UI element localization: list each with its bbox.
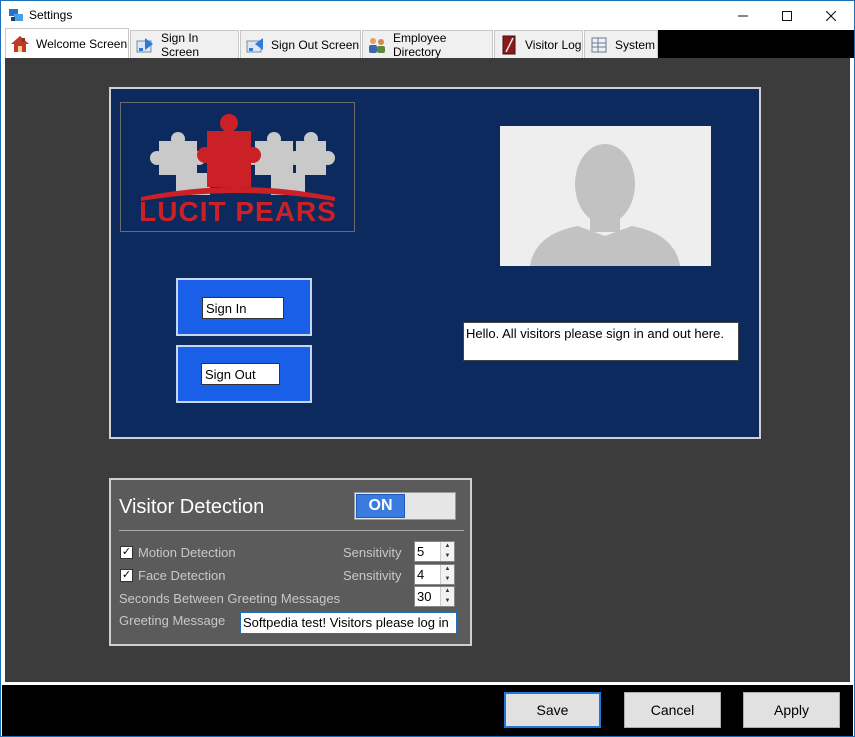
visitor-detection-toggle[interactable]: ON xyxy=(354,492,456,520)
apply-button[interactable]: Apply xyxy=(743,692,840,728)
sign-in-preview-button[interactable]: Sign In xyxy=(176,278,312,336)
minimize-button[interactable] xyxy=(720,1,766,30)
face-detection-checkbox[interactable]: ✓ xyxy=(120,569,133,582)
logo-text: LUCIT PEARS xyxy=(139,196,337,227)
book-icon xyxy=(499,35,519,55)
motion-sensitivity-label: Sensitivity xyxy=(343,545,402,560)
greeting-message-label: Greeting Message xyxy=(119,613,226,628)
chevron-down-icon[interactable]: ▼ xyxy=(441,552,454,561)
welcome-screen-preview: LUCIT PEARS Sign In Sign Out Hello. All … xyxy=(109,87,761,439)
face-sensitivity-stepper[interactable]: 4 ▲ ▼ xyxy=(414,564,455,585)
motion-sensitivity-value: 5 xyxy=(417,544,425,559)
button-bar xyxy=(2,685,853,736)
toggle-on-label: ON xyxy=(356,494,405,518)
chevron-up-icon[interactable]: ▲ xyxy=(441,542,454,551)
tab-label: System xyxy=(615,37,656,52)
motion-detection-checkbox[interactable]: ✓ xyxy=(120,546,133,559)
motion-sensitivity-stepper[interactable]: 5 ▲ ▼ xyxy=(414,541,455,562)
chevron-up-icon[interactable]: ▲ xyxy=(441,587,454,596)
person-silhouette-icon xyxy=(500,126,711,266)
tab-label: Sign Out Screen xyxy=(271,37,360,52)
tab-visitor-log[interactable]: Visitor Log xyxy=(494,30,583,58)
house-icon xyxy=(10,34,30,54)
save-button[interactable]: Save xyxy=(504,692,601,728)
greeting-text-box[interactable]: Hello. All visitors please sign in and o… xyxy=(463,322,739,361)
tab-sign-out-screen[interactable]: Sign Out Screen xyxy=(240,30,361,58)
company-logo[interactable]: LUCIT PEARS xyxy=(120,102,355,232)
sign-in-icon xyxy=(135,35,155,55)
sign-out-icon xyxy=(245,35,265,55)
close-icon xyxy=(826,10,836,21)
maximize-button[interactable] xyxy=(764,1,810,30)
seconds-between-value: 30 xyxy=(417,589,432,604)
seconds-between-stepper[interactable]: 30 ▲ ▼ xyxy=(414,586,455,607)
tab-label: Sign In Screen xyxy=(161,30,200,59)
stepper-arrows: ▲ ▼ xyxy=(440,542,454,561)
visitor-detection-panel: Visitor Detection ON ✓ Motion Detection … xyxy=(109,478,472,646)
greeting-message-input[interactable]: Softpedia test! Visitors please log in xyxy=(240,612,457,634)
divider xyxy=(119,530,464,531)
visitor-detection-title: Visitor Detection xyxy=(119,496,265,518)
close-button[interactable] xyxy=(808,1,854,30)
chevron-up-icon[interactable]: ▲ xyxy=(441,565,454,574)
app-icon xyxy=(8,7,24,23)
tab-label: Employee Directory xyxy=(393,30,447,59)
tab-strip-filler xyxy=(658,30,854,58)
tab-system[interactable]: System xyxy=(584,30,658,58)
seconds-between-label: Seconds Between Greeting Messages xyxy=(119,591,341,606)
maximize-icon xyxy=(782,10,792,21)
stepper-arrows: ▲ ▼ xyxy=(440,565,454,584)
visitor-photo-placeholder xyxy=(500,126,711,266)
sign-out-label-field[interactable]: Sign Out xyxy=(201,363,280,385)
tab-welcome-screen[interactable]: Welcome Screen xyxy=(5,28,129,58)
settings-window: Settings Welcome Screen Sign In Screen S… xyxy=(0,0,855,737)
window-title: Settings xyxy=(29,8,73,22)
cancel-button[interactable]: Cancel xyxy=(624,692,721,728)
title-bar: Settings xyxy=(1,1,854,30)
face-sensitivity-value: 4 xyxy=(417,567,425,582)
face-sensitivity-label: Sensitivity xyxy=(343,568,402,583)
stepper-arrows: ▲ ▼ xyxy=(440,587,454,606)
tab-label: Welcome Screen xyxy=(36,36,128,51)
people-icon xyxy=(367,35,387,55)
chevron-down-icon[interactable]: ▼ xyxy=(441,575,454,584)
face-detection-label: Face Detection xyxy=(138,568,226,583)
chevron-down-icon[interactable]: ▼ xyxy=(441,597,454,606)
minimize-icon xyxy=(738,15,748,16)
sign-in-label-field[interactable]: Sign In xyxy=(202,297,284,319)
tab-label: Visitor Log xyxy=(525,37,582,52)
puzzle-logo-icon: LUCIT PEARS xyxy=(121,103,354,231)
motion-detection-label: Motion Detection xyxy=(138,545,236,560)
sign-out-preview-button[interactable]: Sign Out xyxy=(176,345,312,403)
tab-employee-directory[interactable]: Employee Directory xyxy=(362,30,493,59)
system-icon xyxy=(589,35,609,55)
tab-sign-in-screen[interactable]: Sign In Screen xyxy=(130,30,239,59)
